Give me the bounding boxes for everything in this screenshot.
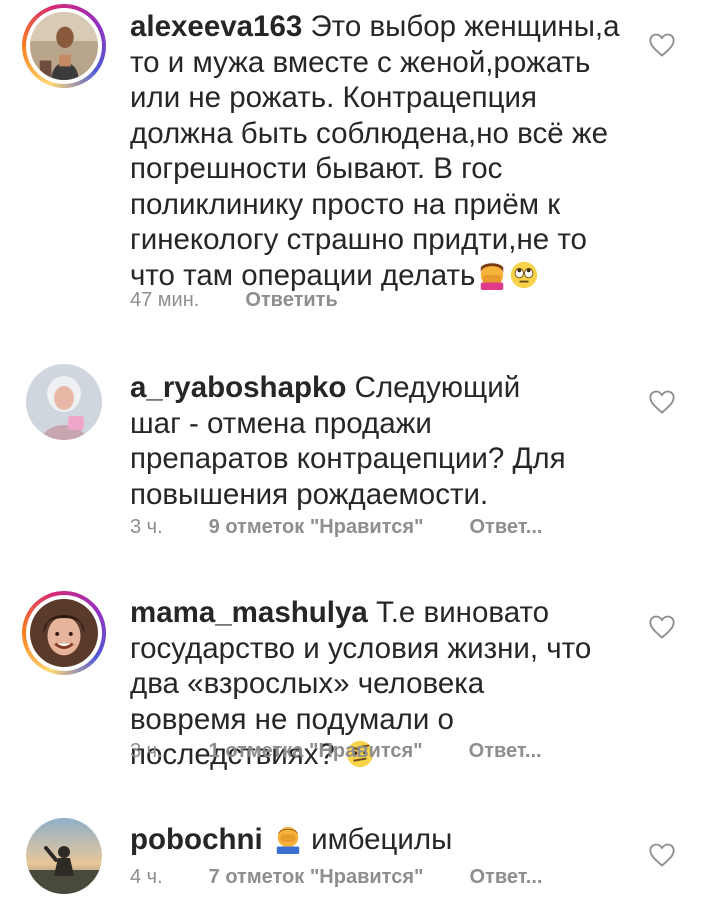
comment-meta: 47 мин. Ответить [130,289,384,312]
comment-likes[interactable]: 9 отметок "Нравится" [209,516,424,538]
reply-button[interactable]: Ответ... [469,516,542,538]
eye-roll-emoji [511,261,538,288]
avatar-image [30,12,98,80]
comment-meta: 3 ч. 9 отметок "Нравится" Ответ... [130,516,588,539]
avatar-image [30,599,98,667]
comment-time: 4 ч. [130,866,163,888]
avatar[interactable] [26,818,102,894]
comment-text: a_ryaboshapko Следующий шаг - отмена про… [130,370,570,512]
heart-outline-icon[interactable] [648,614,676,640]
comment-text: alexeeva163 Это выбор женщины,а то и муж… [130,9,640,293]
avatar-image [26,818,102,894]
avatar[interactable] [26,364,102,440]
reply-button[interactable]: Ответ... [469,866,542,888]
comment-username[interactable]: mama_mashulya [130,596,368,629]
comment-text: pobochni имбецилы [130,822,640,858]
comment-body: Это выбор женщины,а то и мужа вместе с ж… [130,10,620,292]
heart-outline-icon[interactable] [648,32,676,58]
facepalm-woman-emoji [481,262,504,290]
comment-username[interactable]: alexeeva163 [130,10,302,43]
comment-username[interactable]: a_ryaboshapko [130,371,346,404]
avatar[interactable] [22,4,106,88]
facepalm-man-emoji [276,826,300,854]
comment-likes[interactable]: 1 отметка "Нравится" [209,740,423,762]
comment-meta: 4 ч. 7 отметок "Нравится" Ответ... [130,866,588,889]
reply-button[interactable]: Ответ... [469,740,542,762]
comment-username[interactable]: pobochni [130,823,263,856]
heart-outline-icon[interactable] [648,842,676,868]
avatar[interactable] [22,591,106,675]
comment-likes[interactable]: 7 отметок "Нравится" [209,866,424,888]
comment-meta: 3 ч. 1 отметка "Нравится" Ответ... [130,740,588,763]
reply-button[interactable]: Ответить [245,289,337,311]
comment-time: 3 ч. [130,516,163,538]
comment-body: имбецилы [311,823,453,856]
comment-time: 3 ч. [130,740,163,762]
heart-outline-icon[interactable] [648,389,676,415]
avatar-image [26,364,102,440]
comment-time: 47 мин. [130,289,200,311]
